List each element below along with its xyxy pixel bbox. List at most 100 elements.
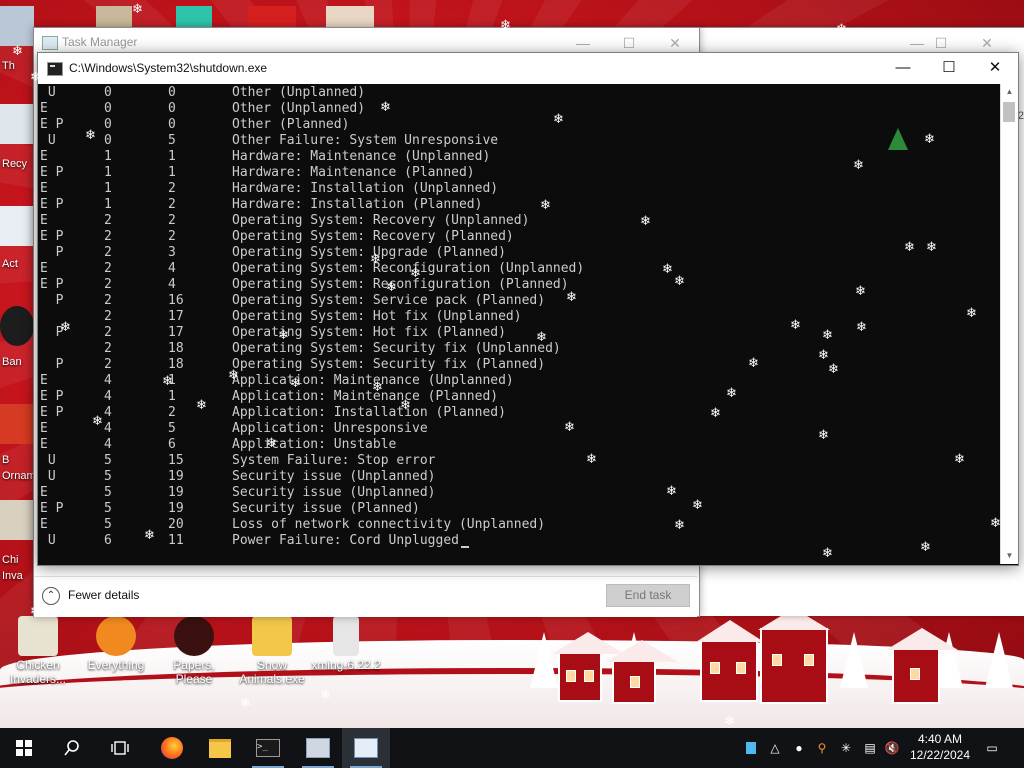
- fewer-details-link[interactable]: Fewer details: [68, 588, 139, 602]
- partial-desktop-icon[interactable]: [0, 206, 34, 246]
- console-minor-code: 6: [168, 437, 176, 452]
- snowflake-icon: ❄: [12, 43, 23, 58]
- console-minor-code: 17: [168, 325, 184, 340]
- house: [696, 620, 764, 702]
- console-flag: E P: [40, 229, 64, 244]
- console-scrollbar[interactable]: ▲ ▼: [1000, 84, 1018, 564]
- xming-icon: [333, 616, 359, 656]
- console-major-code: 0: [104, 117, 112, 132]
- task-manager-footer: ⌃ Fewer details End task: [34, 576, 697, 617]
- console-title-bar[interactable]: C:\Windows\System32\shutdown.exe — ☐ ✕: [38, 53, 1018, 84]
- desktop-icon-snow-animals[interactable]: Snow Animals.exe: [236, 616, 308, 686]
- console-reason-title: Application: Maintenance (Planned): [232, 389, 499, 404]
- tray-droplet-icon[interactable]: ●: [790, 728, 808, 768]
- tray-search-icon[interactable]: ⚲: [812, 728, 832, 768]
- start-button[interactable]: [0, 728, 48, 768]
- minimize-icon[interactable]: —: [880, 53, 926, 83]
- shutdown-console-window[interactable]: C:\Windows\System32\shutdown.exe — ☐ ✕ U…: [37, 52, 1019, 566]
- snowflake-icon: ❄: [966, 305, 977, 320]
- console-line: E P 2 4 Operating System: Reconfiguration (…: [38, 277, 998, 293]
- tray-network-icon[interactable]: ▤: [860, 728, 880, 768]
- taskbar-file-explorer[interactable]: [196, 728, 244, 768]
- task-manager-app-icon: [42, 36, 58, 50]
- end-task-button[interactable]: End task: [606, 584, 690, 607]
- snowflake-icon: ❄: [228, 367, 239, 382]
- tray-volume-muted-icon[interactable]: 🔇: [882, 728, 902, 768]
- desktop-icon-chicken-invaders[interactable]: Chicken Invaders...: [2, 616, 74, 686]
- search-icon: [64, 740, 79, 756]
- desktop-icon-everything[interactable]: Everything: [80, 616, 152, 672]
- search-button[interactable]: [48, 728, 96, 768]
- task-view-icon: [111, 741, 129, 755]
- console-line: 2 17 Operating System: Hot fix (Unplanned): [38, 309, 998, 325]
- partial-desktop-icon[interactable]: [0, 6, 34, 46]
- terminal-icon: >_: [256, 739, 280, 757]
- snowflake-icon: ❄: [290, 375, 301, 390]
- console-reason-title: Operating System: Hot fix (Planned): [232, 325, 506, 340]
- console-major-code: 1: [104, 181, 112, 196]
- desktop-icon-papers-please[interactable]: Papers, Please: [158, 616, 230, 686]
- snowflake-icon: ❄: [926, 239, 937, 254]
- close-icon[interactable]: ✕: [972, 53, 1018, 83]
- console-flag: P: [40, 293, 64, 308]
- console-flag: U: [40, 453, 56, 468]
- partial-desktop-icon[interactable]: [0, 306, 34, 346]
- console-line: E 4 5 Application: Unresponsive: [38, 421, 998, 437]
- console-flag: E: [40, 149, 48, 164]
- console-flag: P: [40, 245, 64, 260]
- recycle-bin-icon[interactable]: [0, 104, 34, 144]
- console-major-code: 4: [104, 389, 112, 404]
- console-line: E 4 6 Application: Unstable: [38, 437, 998, 453]
- console-line: P 2 16 Operating System: Service pack (Plan…: [38, 293, 998, 309]
- notification-center-icon[interactable]: ▭: [980, 728, 1004, 768]
- console-major-code: 2: [104, 341, 112, 356]
- desktop-icon-label: Chicken Invaders...: [9, 658, 67, 686]
- snowy-tree: [985, 632, 1013, 688]
- console-major-code: 2: [104, 245, 112, 260]
- taskbar-command-prompt[interactable]: >_: [244, 728, 292, 768]
- snowflake-icon: ❄: [790, 317, 801, 332]
- console-major-code: 0: [104, 85, 112, 100]
- taskbar-clock[interactable]: 4:40 AM 12/22/2024: [900, 731, 980, 763]
- taskbar-task-manager[interactable]: [342, 728, 390, 768]
- task-view-button[interactable]: [96, 728, 144, 768]
- console-minor-code: 20: [168, 517, 184, 532]
- console-minor-code: 2: [168, 213, 176, 228]
- console-major-code: 5: [104, 501, 112, 516]
- edge-label: B: [2, 454, 10, 466]
- snowflake-icon: ❄: [370, 251, 381, 266]
- console-major-code: 1: [104, 149, 112, 164]
- scroll-thumb[interactable]: [1003, 102, 1015, 122]
- partial-desktop-icon[interactable]: [0, 404, 34, 444]
- snowflake-icon: ❄: [954, 451, 965, 466]
- house: [886, 628, 958, 704]
- chevron-up-icon[interactable]: ⌃: [42, 587, 60, 605]
- desktop-icon-xming[interactable]: xming-6.22.2: [310, 616, 382, 672]
- console-reason-title: Hardware: Installation (Unplanned): [232, 181, 499, 196]
- snowflake-icon: ❄: [726, 385, 737, 400]
- snowflake-icon: ❄: [674, 273, 685, 288]
- console-minor-code: 5: [168, 133, 176, 148]
- tray-app-icon[interactable]: [742, 728, 760, 768]
- scroll-down-icon[interactable]: ▼: [1001, 548, 1018, 564]
- taskbar-firefox[interactable]: [148, 728, 196, 768]
- console-reason-title: Application: Unresponsive: [232, 421, 428, 436]
- console-line: P 2 18 Operating System: Security fix (Plan…: [38, 357, 998, 373]
- maximize-icon[interactable]: ☐: [926, 53, 972, 83]
- house: [606, 640, 678, 704]
- text-cursor: [461, 546, 470, 548]
- taskbar-control-panel[interactable]: [294, 728, 342, 768]
- console-reason-title: Hardware: Maintenance (Unplanned): [232, 149, 491, 164]
- console-minor-code: 11: [168, 533, 184, 548]
- scroll-up-icon[interactable]: ▲: [1001, 84, 1018, 100]
- snowy-tree: [840, 632, 868, 688]
- partial-desktop-icon[interactable]: [0, 500, 34, 540]
- snowflake-icon: ❄: [372, 379, 383, 394]
- tray-asterisk-icon[interactable]: ✳: [836, 728, 856, 768]
- house: [758, 608, 830, 704]
- snowflake-icon: ❄: [586, 451, 597, 466]
- console-line: E P 4 2 Application: Installation (Planned): [38, 405, 998, 421]
- console-reason-title: Operating System: Service pack (Planned): [232, 293, 546, 308]
- tray-network-share-icon[interactable]: △: [764, 728, 786, 768]
- console-flag: E: [40, 261, 48, 276]
